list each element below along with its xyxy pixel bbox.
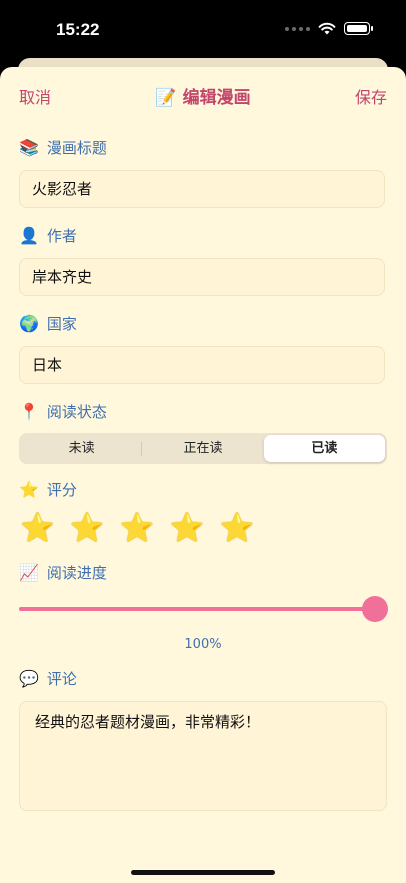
- rating-stars: ⭐ ⭐ ⭐ ⭐ ⭐: [20, 512, 254, 544]
- rating-star-5[interactable]: ⭐: [220, 512, 255, 544]
- status-time: 15:22: [56, 20, 100, 39]
- country-label: 🌍 国家: [19, 313, 77, 334]
- author-label-text: 作者: [46, 227, 77, 245]
- status-bar: 15:22: [0, 0, 406, 62]
- edit-sheet: 取消 📝 编辑漫画 保存 📚 漫画标题 火影忍者 👤 作者 岸本齐史 🌍 国家 日…: [0, 67, 406, 883]
- person-icon: 👤: [19, 226, 39, 245]
- status-icons: [285, 22, 373, 35]
- rating-star-3[interactable]: ⭐: [120, 512, 155, 544]
- battery-icon: [344, 22, 373, 35]
- navigation-bar: 取消 📝 编辑漫画 保存: [0, 67, 406, 119]
- comment-label: 💬 评论: [19, 668, 77, 689]
- rating-star-4[interactable]: ⭐: [170, 512, 205, 544]
- comment-label-text: 评论: [46, 670, 77, 688]
- globe-icon: 🌍: [19, 314, 39, 333]
- cellular-signal-icon: [285, 26, 310, 31]
- home-indicator: [131, 870, 275, 875]
- rating-label-text: 评分: [46, 481, 77, 499]
- progress-label: 📈 阅读进度: [19, 562, 107, 583]
- memo-icon: 📝: [155, 88, 177, 108]
- status-option-unread[interactable]: 未读: [21, 435, 143, 462]
- progress-value: 100%: [184, 637, 222, 652]
- status-option-reading[interactable]: 正在读: [142, 435, 263, 462]
- page-title: 📝 编辑漫画: [0, 83, 406, 108]
- save-button[interactable]: 保存: [355, 84, 387, 108]
- status-option-read[interactable]: 已读: [263, 435, 385, 462]
- rating-star-2[interactable]: ⭐: [70, 512, 105, 544]
- speech-bubble-icon: 💬: [19, 669, 39, 688]
- title-field[interactable]: 火影忍者: [19, 170, 385, 208]
- reading-status-picker: 未读 正在读 已读: [19, 433, 387, 464]
- country-label-text: 国家: [46, 315, 77, 333]
- reading-status-label: 📍 阅读状态: [19, 401, 107, 422]
- progress-slider-track[interactable]: [19, 607, 375, 611]
- progress-label-text: 阅读进度: [46, 564, 107, 582]
- author-label: 👤 作者: [19, 225, 77, 246]
- books-icon: 📚: [19, 138, 39, 157]
- rating-star-1[interactable]: ⭐: [20, 512, 55, 544]
- pin-icon: 📍: [19, 402, 39, 421]
- progress-slider-thumb[interactable]: [362, 596, 388, 622]
- reading-status-label-text: 阅读状态: [46, 403, 107, 421]
- wifi-icon: [318, 22, 336, 35]
- comment-textarea[interactable]: 经典的忍者题材漫画，非常精彩！: [19, 701, 387, 811]
- title-label: 📚 漫画标题: [19, 137, 107, 158]
- author-field[interactable]: 岸本齐史: [19, 258, 385, 296]
- country-field[interactable]: 日本: [19, 346, 385, 384]
- star-icon: ⭐: [19, 480, 39, 499]
- rating-label: ⭐ 评分: [19, 479, 77, 500]
- title-label-text: 漫画标题: [46, 139, 107, 157]
- chart-increasing-icon: 📈: [19, 563, 39, 582]
- page-title-text: 编辑漫画: [182, 88, 251, 108]
